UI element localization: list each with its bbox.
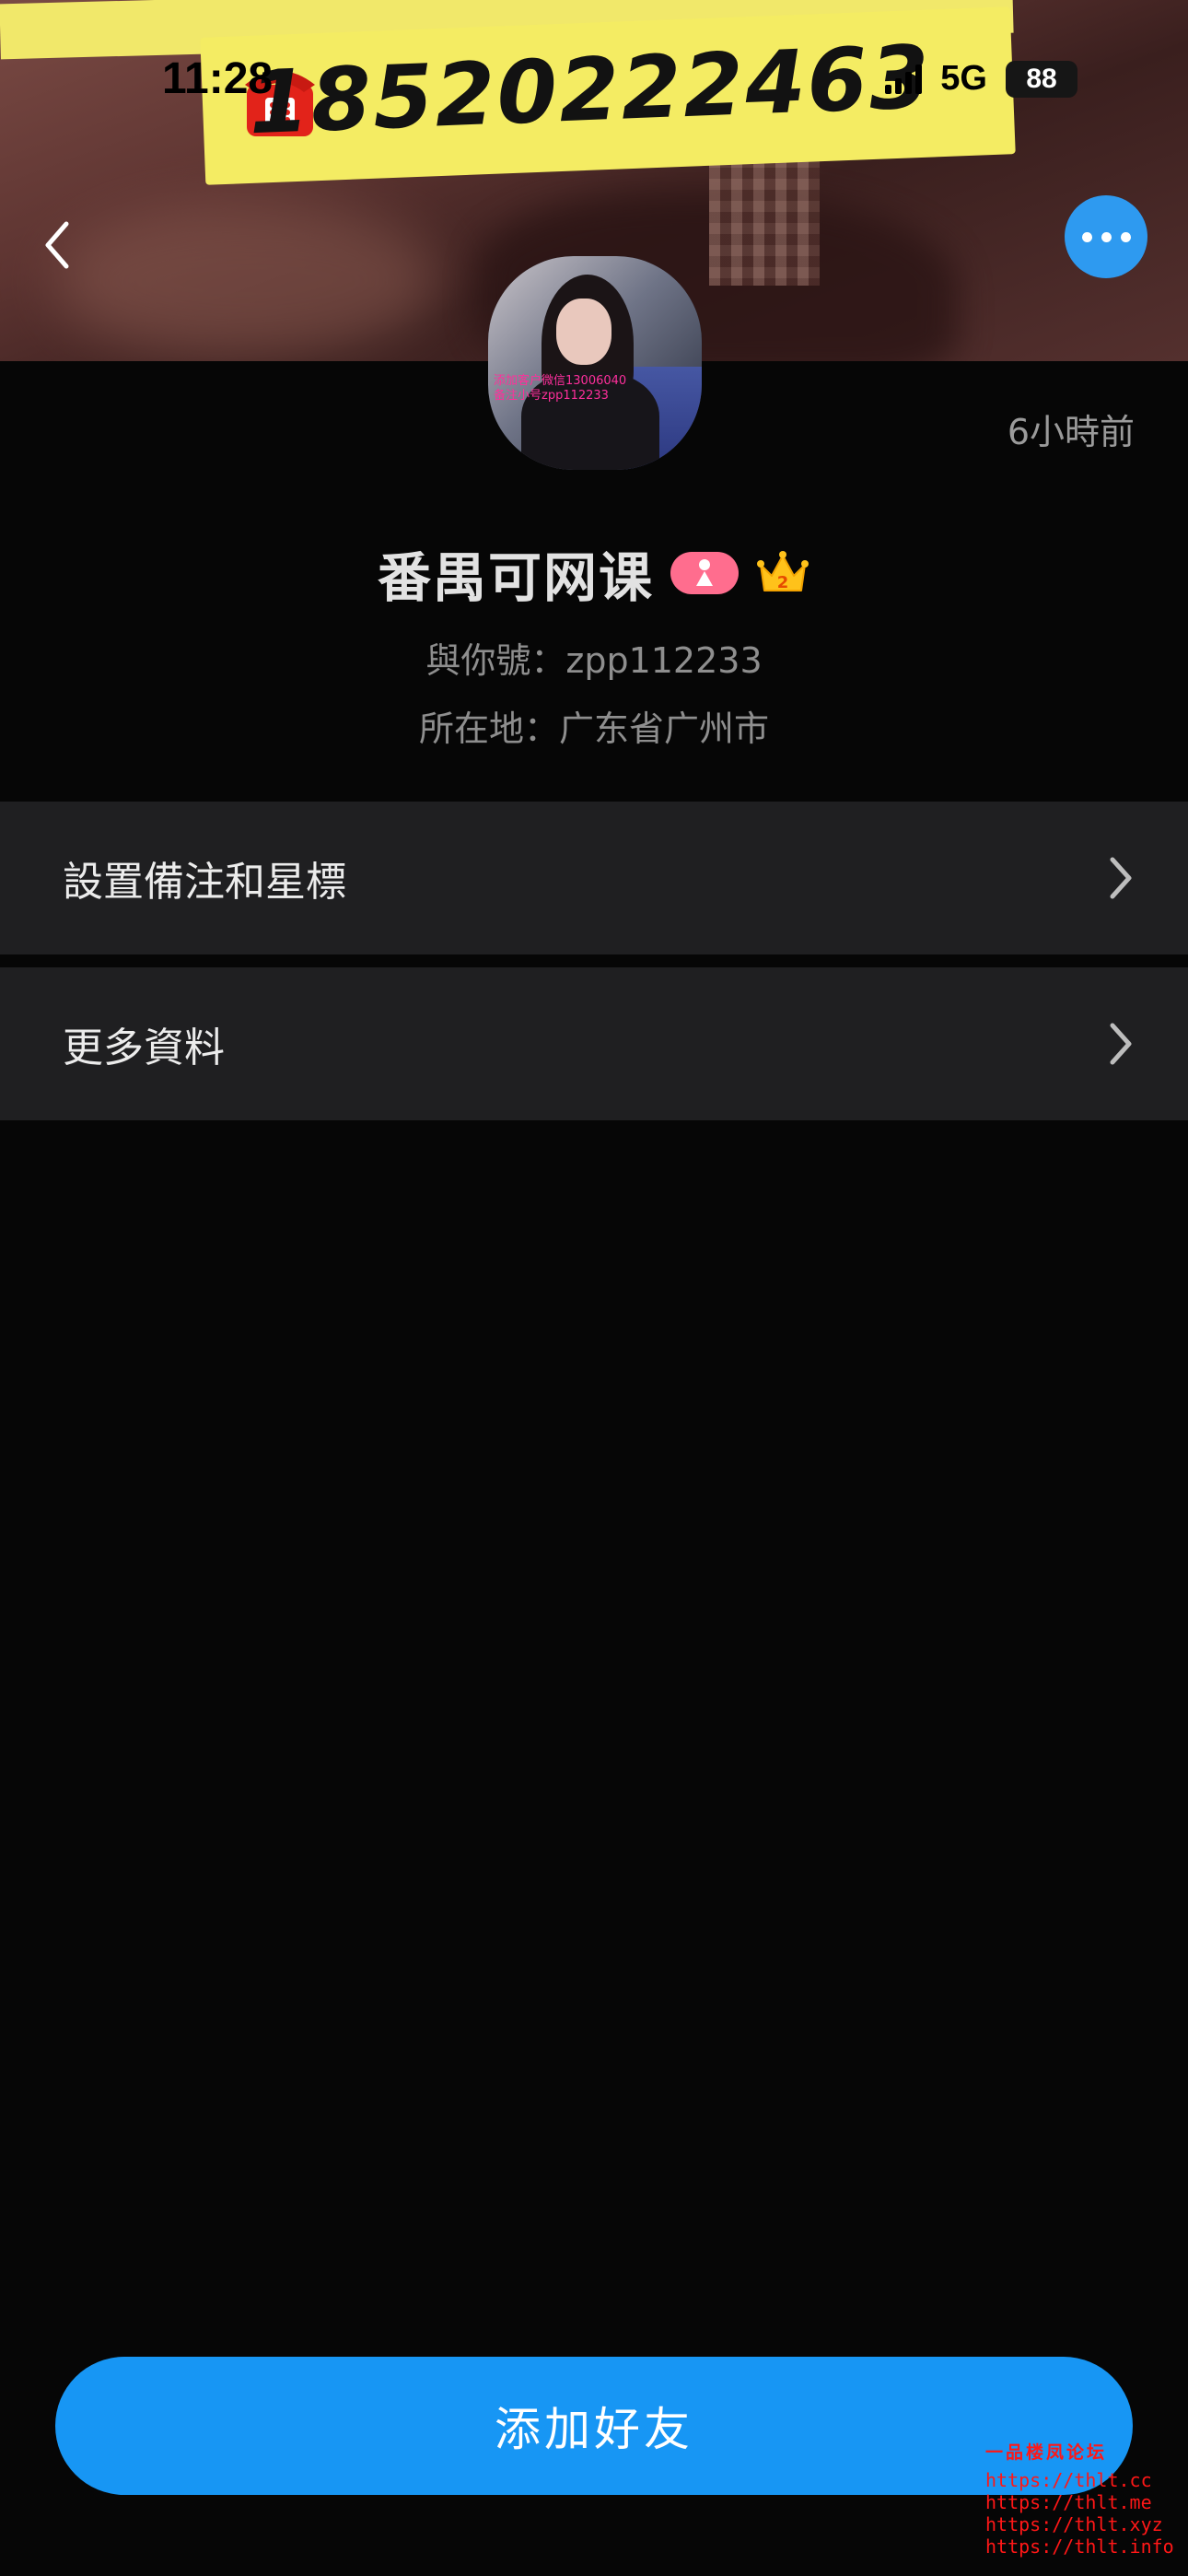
avatar-watermark-line: 添加客户微信13006040 bbox=[494, 374, 627, 388]
menu-item-more-info[interactable]: 更多資料 bbox=[0, 967, 1188, 1120]
gender-badge bbox=[670, 552, 739, 594]
avatar-watermark-line: 备注小号zpp112233 bbox=[494, 389, 609, 403]
status-time: 11:28 bbox=[162, 54, 274, 103]
profile-name: 番禺可网课 bbox=[377, 546, 654, 609]
network-type: 5G bbox=[940, 59, 987, 98]
chevron-left-icon bbox=[45, 221, 69, 269]
battery-indicator: 88 bbox=[1006, 60, 1077, 98]
menu-item-remark-star[interactable]: 設置備注和星標 bbox=[0, 802, 1188, 954]
menu-item-label: 設置備注和星標 bbox=[63, 859, 346, 906]
forum-watermark-url: https://thlt.cc bbox=[985, 2469, 1152, 2491]
avatar-face bbox=[556, 299, 611, 365]
more-dot bbox=[1120, 231, 1131, 242]
add-friend-label: 添加好友 bbox=[495, 2403, 693, 2456]
more-dot bbox=[1081, 231, 1092, 242]
forum-watermark-url: https://thlt.xyz bbox=[985, 2513, 1163, 2535]
cover-background-shape bbox=[55, 203, 442, 359]
profile-avatar[interactable]: 添加客户微信13006040 备注小号zpp112233 bbox=[488, 256, 702, 470]
female-icon bbox=[696, 559, 713, 586]
chevron-right-icon bbox=[1110, 1023, 1132, 1065]
status-indicators: 5G 88 bbox=[885, 59, 1077, 99]
menu-item-label: 更多資料 bbox=[63, 1025, 225, 1071]
chevron-right-icon bbox=[1110, 857, 1132, 899]
crown-icon: 2 bbox=[757, 551, 809, 592]
add-friend-button[interactable]: 添加好友 bbox=[55, 2357, 1133, 2495]
crown-level: 2 bbox=[777, 573, 789, 592]
signal-icon bbox=[885, 64, 923, 94]
last-active-time: 6小時前 bbox=[1007, 412, 1135, 452]
cover-mosaic-blur bbox=[709, 157, 820, 286]
forum-watermark: 一品楼凤论坛 https://thlt.cc https://thlt.me h… bbox=[985, 2441, 1174, 2558]
profile-name-row: 番禺可网课 2 bbox=[0, 534, 1188, 612]
forum-watermark-url: https://thlt.me bbox=[985, 2491, 1152, 2513]
back-button[interactable] bbox=[33, 217, 79, 273]
user-id: 與你號：zpp112233 bbox=[425, 640, 763, 681]
more-options-button[interactable] bbox=[1065, 195, 1147, 278]
forum-watermark-url: https://thlt.info bbox=[985, 2535, 1174, 2558]
user-location: 所在地：广东省广州市 bbox=[418, 708, 769, 749]
more-dot bbox=[1101, 231, 1112, 242]
avatar-watermark: 添加客户微信13006040 备注小号zpp112233 bbox=[494, 374, 696, 404]
forum-watermark-title: 一品楼凤论坛 bbox=[985, 2442, 1108, 2463]
